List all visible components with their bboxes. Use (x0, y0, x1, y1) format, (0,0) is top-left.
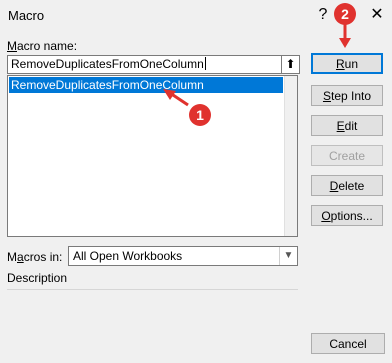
close-button[interactable]: ✕ (368, 5, 386, 25)
create-button[interactable]: Create (311, 145, 383, 166)
macro-name-label: Macro name: (7, 39, 78, 53)
help-button[interactable]: ? (314, 5, 332, 25)
annotation-badge-1: 1 (189, 104, 211, 126)
delete-button[interactable]: Delete (311, 175, 383, 196)
list-scrollbar[interactable] (284, 76, 297, 236)
collapse-dialog-button[interactable]: ⬆ (281, 55, 300, 74)
cancel-button[interactable]: Cancel (311, 333, 385, 354)
run-button[interactable]: Run (311, 53, 383, 74)
step-into-button[interactable]: Step Into (311, 85, 383, 106)
annotation-badge-2: 2 (334, 3, 356, 25)
edit-button[interactable]: Edit (311, 115, 383, 136)
arrow-icon (339, 38, 351, 48)
window-title: Macro (8, 8, 45, 23)
macros-in-label: Macros in: (7, 250, 63, 264)
description-divider (7, 289, 298, 290)
macros-in-select[interactable]: All Open Workbooks ▼ (68, 246, 298, 266)
options-button[interactable]: Options... (311, 205, 383, 226)
macro-name-input[interactable]: RemoveDuplicatesFromOneColumn (7, 55, 283, 74)
chevron-down-icon[interactable]: ▼ (279, 247, 297, 265)
list-item[interactable]: RemoveDuplicatesFromOneColumn (9, 77, 283, 93)
description-label: Description (7, 271, 68, 285)
macro-list[interactable]: RemoveDuplicatesFromOneColumn (7, 75, 298, 237)
